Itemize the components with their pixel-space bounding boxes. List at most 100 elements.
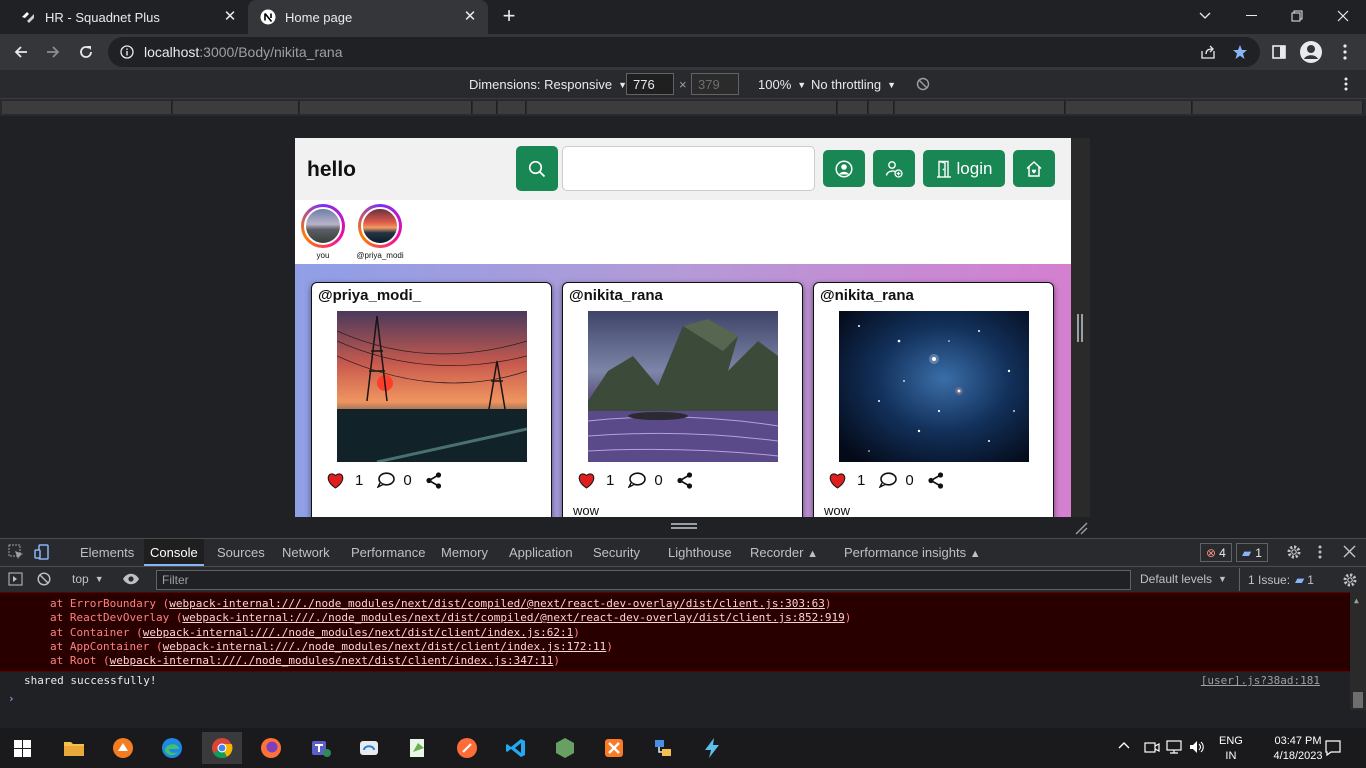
viewport-height-resize-handle[interactable] xyxy=(671,523,697,529)
lightning-app-icon[interactable] xyxy=(692,732,732,764)
throttling-dropdown[interactable]: No throttling ▼ xyxy=(811,77,896,92)
share-icon[interactable] xyxy=(426,471,442,489)
live-expression-eye-icon[interactable] xyxy=(122,572,140,589)
profile-button[interactable] xyxy=(823,150,865,187)
nodejs-icon[interactable] xyxy=(545,732,585,764)
stack-frame-link[interactable]: webpack-internal:///./node_modules/next/… xyxy=(169,597,825,610)
search-button[interactable] xyxy=(516,146,558,191)
message-counter[interactable]: ▰ 1 xyxy=(1236,543,1268,562)
comment-icon[interactable] xyxy=(628,472,647,488)
console-filter-input[interactable]: Filter xyxy=(156,570,1131,590)
share-icon[interactable] xyxy=(928,471,944,489)
tab-security[interactable]: Security xyxy=(587,539,646,566)
stack-frame-link[interactable]: webpack-internal:///./node_modules/next/… xyxy=(110,654,554,667)
back-arrow-icon[interactable] xyxy=(8,39,34,65)
heart-icon[interactable] xyxy=(828,472,847,489)
issues-button[interactable]: 1 Issue: ▰ 1 xyxy=(1239,568,1322,591)
chrome-icon[interactable] xyxy=(202,732,242,764)
dimensions-dropdown[interactable]: Dimensions: Responsive ▼ xyxy=(469,77,627,92)
media-query-bar[interactable] xyxy=(0,98,1366,116)
vscode-icon[interactable] xyxy=(496,732,536,764)
show-hidden-icons-chevron-icon[interactable] xyxy=(1118,740,1130,752)
heart-icon[interactable] xyxy=(326,472,345,489)
close-tab-icon[interactable]: ✕ xyxy=(222,9,238,25)
clock[interactable]: 03:47 PM 4/18/2023 xyxy=(1263,734,1333,764)
device-toolbar-menu-icon[interactable] xyxy=(1344,77,1348,94)
context-selector[interactable]: top ▼ xyxy=(72,572,104,586)
xampp-icon[interactable] xyxy=(594,732,634,764)
tab-memory[interactable]: Memory xyxy=(435,539,494,566)
tab-console[interactable]: Console xyxy=(144,539,204,566)
notepad-plus-icon[interactable] xyxy=(398,732,438,764)
tab-sources[interactable]: Sources xyxy=(211,539,271,566)
hexagon-app-icon[interactable] xyxy=(103,732,143,764)
viewport-width-resize-handle[interactable] xyxy=(1077,314,1083,342)
teams-icon[interactable] xyxy=(300,732,340,764)
volume-icon[interactable] xyxy=(1188,739,1204,758)
post-username[interactable]: @nikita_rana xyxy=(569,287,663,304)
settings-gear-icon[interactable] xyxy=(1286,544,1302,563)
edge-browser-icon[interactable] xyxy=(152,732,192,764)
bookmark-star-icon[interactable] xyxy=(1227,39,1253,65)
error-counter[interactable]: ⊗ 4 xyxy=(1200,543,1232,562)
chrome-menu-icon[interactable] xyxy=(1332,39,1358,65)
side-panel-icon[interactable] xyxy=(1266,39,1292,65)
stack-frame-link[interactable]: webpack-internal:///./node_modules/next/… xyxy=(182,611,844,624)
sidebar-toggle-icon[interactable] xyxy=(8,572,23,589)
site-info-icon[interactable] xyxy=(120,45,134,59)
network-status-icon[interactable] xyxy=(1166,739,1184,758)
profile-avatar-icon[interactable] xyxy=(1298,39,1324,65)
zoom-dropdown[interactable]: 100% ▼ xyxy=(758,77,806,92)
cloud-app-icon[interactable] xyxy=(349,732,389,764)
browser-tab-home[interactable]: Home page ✕ xyxy=(248,0,488,34)
forward-arrow-icon[interactable] xyxy=(40,39,66,65)
close-devtools-icon[interactable] xyxy=(1343,545,1356,561)
clear-console-icon[interactable] xyxy=(37,572,51,589)
browser-tab-hr[interactable]: HR - Squadnet Plus ✕ xyxy=(8,0,248,34)
tab-lighthouse[interactable]: Lighthouse xyxy=(662,539,738,566)
close-window-button[interactable] xyxy=(1320,0,1366,32)
width-input[interactable]: 776 xyxy=(626,73,674,95)
inspect-element-icon[interactable] xyxy=(8,544,24,563)
stack-frame-link[interactable]: webpack-internal:///./node_modules/next/… xyxy=(143,626,573,639)
language-indicator[interactable]: ENG IN xyxy=(1219,734,1243,764)
tab-performance[interactable]: Performance xyxy=(345,539,431,566)
story-priya-modi[interactable]: @priya_modi xyxy=(350,204,410,260)
console-prompt-chevron-icon[interactable]: › xyxy=(8,692,15,705)
reload-icon[interactable] xyxy=(73,39,99,65)
share-icon[interactable] xyxy=(677,471,693,489)
log-source-link[interactable]: [user].js?38ad:181 xyxy=(1201,674,1320,687)
devtools-menu-icon[interactable] xyxy=(1318,545,1322,562)
search-input[interactable] xyxy=(562,146,815,191)
tab-network[interactable]: Network xyxy=(276,539,336,566)
firefox-icon[interactable] xyxy=(251,732,291,764)
network-app-icon[interactable] xyxy=(643,732,683,764)
rotate-disabled-icon[interactable] xyxy=(916,77,930,94)
console-settings-gear-icon[interactable] xyxy=(1342,572,1358,591)
camera-app-icon[interactable] xyxy=(1144,739,1160,758)
tab-application[interactable]: Application xyxy=(503,539,579,566)
height-input[interactable]: 379 xyxy=(691,73,739,95)
heart-icon[interactable] xyxy=(577,472,596,489)
story-you[interactable]: you xyxy=(295,204,353,260)
notifications-icon[interactable] xyxy=(1324,739,1342,760)
share-icon[interactable] xyxy=(1195,39,1221,65)
device-toggle-icon[interactable] xyxy=(34,544,50,563)
new-tab-button[interactable]: + xyxy=(498,5,520,28)
tab-recorder[interactable]: Recorder ▲ xyxy=(744,539,824,566)
home-button[interactable] xyxy=(1013,150,1055,187)
comment-icon[interactable] xyxy=(879,472,898,488)
viewport-corner-resize-handle[interactable] xyxy=(1074,521,1088,535)
tab-performance-insights[interactable]: Performance insights ▲ xyxy=(838,539,987,566)
log-levels-dropdown[interactable]: Default levels ▼ xyxy=(1140,572,1227,586)
postman-icon[interactable] xyxy=(447,732,487,764)
console-scrollbar[interactable]: ▲ xyxy=(1350,592,1366,710)
file-explorer-icon[interactable] xyxy=(54,732,94,764)
login-button[interactable]: login xyxy=(923,150,1005,187)
address-bar[interactable]: localhost:3000/Body/nikita_rana xyxy=(108,37,1260,67)
add-user-button[interactable] xyxy=(873,150,915,187)
post-username[interactable]: @nikita_rana xyxy=(820,287,914,304)
close-tab-icon[interactable]: ✕ xyxy=(462,9,478,25)
tab-search-icon[interactable] xyxy=(1182,0,1228,32)
minimize-button[interactable] xyxy=(1228,0,1274,32)
